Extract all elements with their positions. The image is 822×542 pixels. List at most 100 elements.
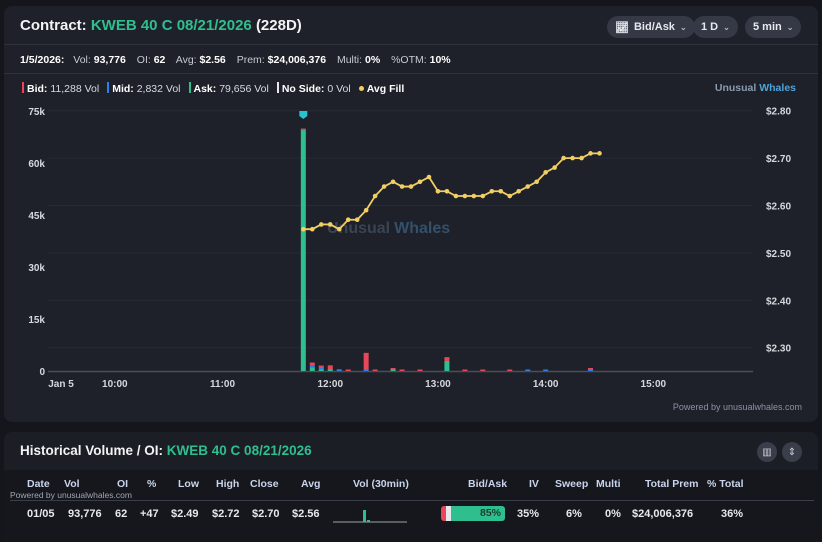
column-header[interactable]: Multi xyxy=(596,478,621,490)
avg-fill-point xyxy=(444,188,450,194)
expand-collapse-button[interactable]: ⇕ xyxy=(782,442,802,462)
columns-settings-button[interactable]: ▥ xyxy=(757,442,777,462)
cell-oi: 62 xyxy=(115,508,128,520)
left-axis-tick: 75k xyxy=(28,107,45,118)
column-header[interactable]: Low xyxy=(178,478,199,490)
bid-volume-bar xyxy=(462,369,468,371)
bid-volume-bar xyxy=(399,369,405,371)
avg-fill-point xyxy=(588,151,593,156)
column-header[interactable]: Vol (30min) xyxy=(353,478,409,490)
cell-high: $2.72 xyxy=(212,508,240,520)
x-axis-tick: 15:00 xyxy=(641,379,667,390)
avg-fill-point xyxy=(310,226,315,232)
avg-fill-point xyxy=(363,207,369,213)
x-axis-tick: 10:00 xyxy=(102,379,128,390)
cell-close: $2.70 xyxy=(252,508,280,520)
bid-volume-bar xyxy=(300,128,306,131)
ask-volume-bar xyxy=(327,369,333,371)
mid-volume-bar xyxy=(336,369,342,371)
ask-volume-bar xyxy=(444,360,450,371)
avg-fill-point xyxy=(534,179,539,185)
avg-fill-point xyxy=(570,155,575,161)
left-axis-tick: 45k xyxy=(28,211,45,222)
avg-fill-point xyxy=(597,151,602,156)
avg-fill-point xyxy=(327,222,333,227)
avg-fill-point xyxy=(390,179,396,185)
vol-30min-sparkline xyxy=(333,510,407,523)
x-axis-tick: 14:00 xyxy=(533,379,559,390)
cell-pct-total: 36% xyxy=(721,508,744,520)
avg-fill-point xyxy=(552,165,557,170)
cell-low: $2.49 xyxy=(171,508,199,520)
ask-volume-bar xyxy=(390,369,396,371)
chevron-up-down-icon: ⇕ xyxy=(787,446,797,458)
bid-volume-bar xyxy=(372,369,378,371)
ask-percent: 85% xyxy=(451,506,505,521)
mid-volume-bar xyxy=(543,369,549,371)
avg-fill-point xyxy=(489,188,495,194)
cell-total-prem: $24,006,376 xyxy=(632,508,694,520)
left-axis-tick: 0 xyxy=(39,367,45,378)
mid-volume-bar xyxy=(363,369,369,371)
column-header[interactable]: Bid/Ask xyxy=(468,478,507,490)
flag-marker-icon xyxy=(299,111,308,119)
bid-volume-bar xyxy=(318,365,324,368)
mid-volume-bar xyxy=(309,365,315,368)
avg-fill-point xyxy=(453,193,459,199)
left-axis-tick: 60k xyxy=(28,159,45,170)
ask-volume-bar xyxy=(318,369,324,371)
columns-icon: ▥ xyxy=(762,446,772,458)
mid-volume-bar xyxy=(588,369,594,371)
avg-fill-point xyxy=(318,222,324,227)
avg-fill-point xyxy=(381,184,387,189)
bid-volume-bar xyxy=(390,368,396,370)
historical-volume-panel: Historical Volume / OI: KWEB 40 C 08/21/… xyxy=(4,432,818,542)
avg-fill-point xyxy=(301,226,306,232)
column-header[interactable]: % Total xyxy=(707,478,744,490)
column-header[interactable]: OI xyxy=(117,478,128,490)
avg-fill-point xyxy=(498,188,504,194)
bid-ask-bar: 85% xyxy=(441,506,505,521)
column-header[interactable]: Date xyxy=(27,478,50,490)
x-axis-tick: 13:00 xyxy=(425,379,451,390)
column-header[interactable]: High xyxy=(216,478,239,490)
x-axis-tick: Jan 5 xyxy=(48,379,74,390)
avg-fill-point xyxy=(417,179,423,185)
mid-volume-bar xyxy=(318,368,324,370)
avg-fill-point xyxy=(399,184,405,189)
bid-volume-bar xyxy=(507,369,513,371)
left-axis-tick: 30k xyxy=(28,263,45,274)
right-axis-tick: $2.50 xyxy=(766,249,791,260)
bid-volume-bar xyxy=(417,369,423,371)
avg-fill-point xyxy=(462,193,468,199)
avg-fill-point xyxy=(516,188,522,194)
mid-volume-bar xyxy=(525,369,531,371)
bid-volume-bar xyxy=(345,369,351,371)
avg-fill-point xyxy=(480,193,486,199)
bid-volume-bar xyxy=(588,368,594,370)
avg-fill-point xyxy=(471,193,477,199)
column-header[interactable]: Avg xyxy=(301,478,320,490)
column-header[interactable]: % xyxy=(147,478,156,490)
bid-volume-bar xyxy=(480,369,486,371)
column-header[interactable]: IV xyxy=(529,478,539,490)
cell-oi-change: +47 xyxy=(140,508,159,520)
right-axis-tick: $2.30 xyxy=(766,344,791,355)
avg-fill-point xyxy=(507,193,513,199)
avg-fill-point xyxy=(336,226,342,232)
bid-volume-bar xyxy=(309,362,315,366)
right-axis-tick: $2.80 xyxy=(766,107,791,118)
avg-fill-point xyxy=(435,188,441,194)
x-axis-tick: 11:00 xyxy=(210,379,235,390)
column-header[interactable]: Sweep xyxy=(555,478,588,490)
column-header[interactable]: Close xyxy=(250,478,279,490)
column-header[interactable]: Total Prem xyxy=(645,478,698,490)
right-axis-tick: $2.40 xyxy=(766,296,791,307)
powered-by-caption: Powered by unusualwhales.com xyxy=(10,490,132,500)
cell-iv: 35% xyxy=(517,508,540,520)
history-title: Historical Volume / OI: KWEB 40 C 08/21/… xyxy=(20,443,312,458)
x-axis-tick: 12:00 xyxy=(317,379,343,390)
ask-volume-bar xyxy=(300,130,306,371)
avg-fill-point xyxy=(408,184,414,189)
column-header[interactable]: Vol xyxy=(64,478,80,490)
